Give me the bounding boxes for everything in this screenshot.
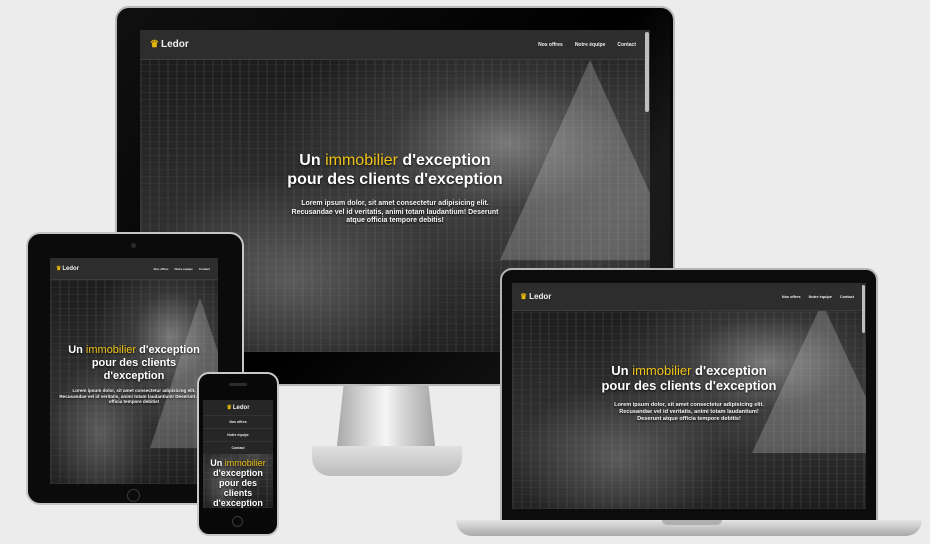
brand-name: Ledor: [62, 265, 80, 272]
nav-link-offres[interactable]: Nos offres: [782, 295, 801, 299]
phone-home-button[interactable]: [232, 516, 243, 527]
phone-screen: ♛ Ledor Nos offres Notre équipe Contact …: [203, 400, 273, 508]
hero-section: Un immobilier d'exception pour des clien…: [203, 458, 273, 508]
hero-title: Un immobilier d'exception pour des clien…: [210, 458, 266, 508]
navbar: ♛ Ledor Nos offres Notre équipe Contact: [512, 283, 866, 311]
nav-link-offres[interactable]: Nos offres: [154, 267, 169, 271]
nav-link-offres[interactable]: Nos offres: [203, 415, 273, 428]
nav-link-equipe[interactable]: Notre équipe: [203, 428, 273, 441]
phone-speaker: [229, 383, 247, 386]
hero-title: Un immobilier d'exception pour des clien…: [287, 152, 503, 188]
nav-link-contact[interactable]: Contact: [203, 441, 273, 454]
laptop-screen: ♛ Ledor Nos offres Notre équipe Contact …: [512, 283, 866, 509]
brand-logo[interactable]: ♛ Ledor: [520, 292, 551, 301]
crown-icon: ♛: [56, 266, 62, 272]
crown-icon: ♛: [520, 292, 528, 301]
hero-section: Un immobilier d'exception pour des clien…: [50, 344, 218, 405]
laptop-notch: [662, 520, 722, 525]
navbar: ♛ Ledor Nos offres Notre équipe Contact: [203, 400, 273, 454]
nav-link-equipe[interactable]: Notre équipe: [174, 267, 192, 271]
brand-logo[interactable]: ♛ Ledor: [203, 400, 273, 415]
brand-name: Ledor: [160, 39, 189, 50]
brand-name: Ledor: [529, 292, 552, 301]
hero-section: Un immobilier d'exception pour des clien…: [140, 152, 650, 226]
hero-text: Lorem ipsum dolor, sit amet consectetur …: [59, 387, 209, 405]
hero-title: Un immobilier d'exception pour des clien…: [68, 344, 200, 382]
hero-title-highlight: immobilier: [325, 152, 398, 169]
brand-name: Ledor: [232, 404, 250, 411]
hero-title-highlight: immobilier: [224, 458, 266, 468]
scrollbar[interactable]: [862, 285, 865, 333]
hero-title: Un immobilier d'exception pour des clien…: [601, 363, 777, 394]
hero-text: Lorem ipsum dolor, sit amet consectetur …: [614, 401, 764, 422]
nav-link-contact[interactable]: Contact: [617, 42, 636, 48]
nav-link-equipe[interactable]: Notre équipe: [809, 295, 832, 299]
nav-link-offres[interactable]: Nos offres: [538, 42, 563, 48]
hero-title-highlight: immobilier: [632, 363, 692, 378]
desktop-stand: [336, 386, 436, 448]
nav-menu: Nos offres Notre équipe Contact: [538, 42, 636, 48]
hero-section: Un immobilier d'exception pour des clien…: [512, 363, 866, 423]
nav-menu: Nos offres Notre équipe Contact: [154, 267, 210, 271]
tablet-camera: [131, 243, 136, 248]
tablet-home-button[interactable]: [127, 489, 140, 502]
brand-logo[interactable]: ♛ Ledor: [56, 265, 80, 273]
crown-icon: ♛: [150, 39, 159, 50]
crown-icon: ♛: [226, 405, 232, 411]
tablet-screen: ♛ Ledor Nos offres Notre équipe Contact …: [50, 258, 218, 484]
navbar: ♛ Ledor Nos offres Notre équipe Contact: [50, 258, 218, 280]
navbar: ♛ Ledor Nos offres Notre équipe Contact: [140, 30, 650, 60]
nav-link-equipe[interactable]: Notre équipe: [575, 42, 606, 48]
hero-title-highlight: immobilier: [85, 344, 137, 356]
hero-text: Lorem ipsum dolor, sit amet consectetur …: [291, 199, 499, 225]
brand-logo[interactable]: ♛ Ledor: [150, 39, 189, 50]
desktop-stand-foot: [312, 446, 462, 476]
nav-menu: Nos offres Notre équipe Contact: [782, 295, 854, 299]
nav-link-contact[interactable]: Contact: [840, 295, 854, 299]
nav-link-contact[interactable]: Contact: [199, 267, 210, 271]
scrollbar[interactable]: [645, 32, 649, 112]
